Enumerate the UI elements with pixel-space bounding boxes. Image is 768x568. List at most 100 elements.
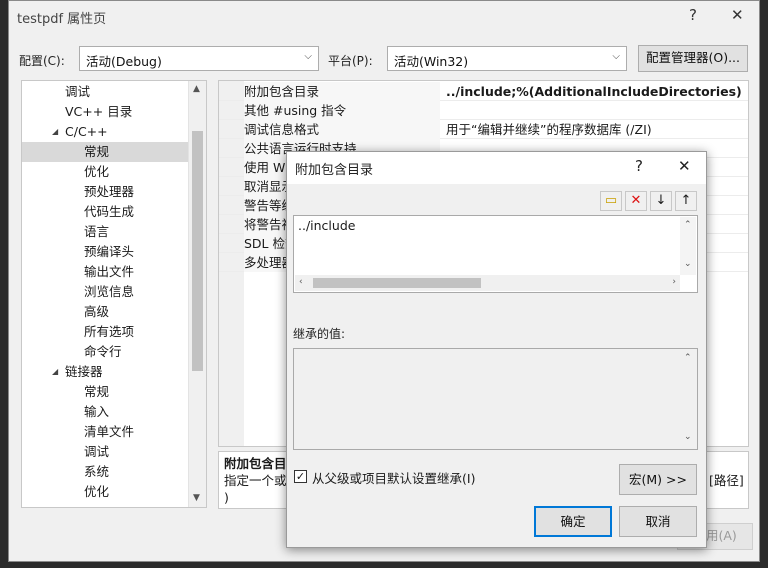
- tree-item-label: 常规: [84, 384, 110, 399]
- tree-item-label: 预处理器: [84, 184, 135, 199]
- tree-item[interactable]: 系统: [22, 462, 188, 482]
- tree-item[interactable]: 优化: [22, 162, 188, 182]
- new-folder-icon: ▭: [604, 193, 618, 208]
- tree-item-label: 输入: [84, 404, 110, 419]
- tree-item-label: 优化: [84, 484, 110, 499]
- property-value: 用于“编辑并继续”的程序数据库 (/ZI): [446, 122, 652, 137]
- property-row[interactable]: 附加包含目录 ../include;%(AdditionalIncludeDire…: [219, 82, 748, 101]
- new-line-button[interactable]: ▭: [600, 191, 622, 211]
- tree-item-label: VC++ 目录: [65, 104, 133, 119]
- tree-item[interactable]: 常规: [22, 142, 188, 162]
- platform-value: 活动(Win32): [394, 54, 469, 69]
- scroll-down-icon[interactable]: ▼: [193, 493, 200, 503]
- list-vscrollbar[interactable]: ⌃ ⌄: [680, 217, 696, 275]
- inherited-values-label: 继承的值:: [293, 327, 346, 341]
- config-manager-button[interactable]: 配置管理器(O)...: [638, 45, 748, 72]
- tree-item[interactable]: 语言: [22, 222, 188, 242]
- checkmark-icon: ✓: [295, 470, 306, 483]
- description-path-hint: [路径]: [709, 473, 744, 488]
- move-down-button[interactable]: ↓: [650, 191, 672, 211]
- arrow-down-icon: ↓: [655, 193, 667, 208]
- help-button[interactable]: ?: [689, 6, 697, 24]
- property-value: ../include;%(AdditionalIncludeDirectorie…: [446, 84, 742, 99]
- config-label: 配置(C):: [19, 54, 65, 68]
- tree-item[interactable]: 输入: [22, 402, 188, 422]
- tree-item-label: 调试: [84, 444, 110, 459]
- ok-button[interactable]: 确定: [534, 506, 612, 537]
- tree-item-label: 调试: [65, 84, 91, 99]
- list-hscrollbar[interactable]: ‹ ›: [295, 275, 680, 291]
- inherit-checkbox-label: 从父级或项目默认设置继承(I): [312, 471, 476, 486]
- scroll-left-icon[interactable]: ‹: [299, 277, 303, 287]
- tree-item[interactable]: 代码生成: [22, 202, 188, 222]
- chevron-down-icon: ⌵: [612, 51, 620, 62]
- close-button[interactable]: ✕: [731, 6, 744, 24]
- tree-item[interactable]: 命令行: [22, 342, 188, 362]
- property-row[interactable]: 其他 #using 指令: [219, 101, 748, 120]
- tree-scroll-thumb[interactable]: [192, 131, 203, 371]
- tree-item[interactable]: 清单文件: [22, 422, 188, 442]
- platform-dropdown[interactable]: 活动(Win32) ⌵: [387, 46, 627, 71]
- directory-entry[interactable]: ../include: [298, 218, 693, 233]
- dialog-help-button[interactable]: ?: [635, 157, 643, 175]
- cancel-button[interactable]: 取消: [619, 506, 697, 537]
- expand-triangle-icon[interactable]: ◢: [52, 362, 58, 382]
- tree-item[interactable]: 所有选项: [22, 322, 188, 342]
- property-name: 调试信息格式: [244, 120, 440, 139]
- config-value: 活动(Debug): [86, 54, 162, 69]
- tree-item-label: 所有选项: [84, 324, 135, 339]
- tree-item[interactable]: 预处理器: [22, 182, 188, 202]
- inherited-values-list[interactable]: ⌃ ⌄: [293, 348, 698, 450]
- chevron-down-icon: ⌵: [304, 51, 312, 62]
- property-name: 附加包含目录: [244, 82, 440, 101]
- tree-item[interactable]: ◢ C/C++: [22, 122, 188, 142]
- tree-item[interactable]: 调试: [22, 442, 188, 462]
- list-hscroll-thumb[interactable]: [313, 278, 481, 288]
- move-up-button[interactable]: ↑: [675, 191, 697, 211]
- include-directories-dialog: 附加包含目录 ? ✕ ▭ ✕ ↓ ↑ ../include ⌃ ⌄ ‹ › 继承…: [286, 151, 707, 548]
- scroll-right-icon[interactable]: ›: [672, 277, 676, 287]
- delete-icon: ✕: [630, 193, 642, 208]
- tree-item-label: 预编译头: [84, 244, 135, 259]
- property-tree[interactable]: 调试 VC++ 目录 ◢ C/C++ 常规 优化 预处理器 代码生成 语言 预编译头 输出文件 浏览信…: [21, 80, 207, 508]
- config-dropdown[interactable]: 活动(Debug) ⌵: [79, 46, 319, 71]
- tree-item[interactable]: 高级: [22, 302, 188, 322]
- expand-triangle-icon[interactable]: ◢: [52, 122, 58, 142]
- tree-item-label: 常规: [84, 144, 110, 159]
- tree-item[interactable]: 常规: [22, 382, 188, 402]
- tree-item[interactable]: 优化: [22, 482, 188, 502]
- delete-button[interactable]: ✕: [625, 191, 647, 211]
- tree-item-label: 输出文件: [84, 264, 135, 279]
- tree-item-label: 命令行: [84, 344, 122, 359]
- tree-scrollbar[interactable]: ▲ ▼: [188, 81, 206, 507]
- tree-item-label: 浏览信息: [84, 284, 135, 299]
- tree-item[interactable]: 输出文件: [22, 262, 188, 282]
- tree-item[interactable]: 调试: [22, 82, 188, 102]
- scroll-down-icon[interactable]: ⌄: [684, 432, 692, 442]
- tree-item[interactable]: VC++ 目录: [22, 102, 188, 122]
- tree-item-label: C/C++: [65, 124, 108, 139]
- platform-label: 平台(P):: [328, 54, 373, 68]
- tree-item-label: 高级: [84, 304, 110, 319]
- inherit-checkbox[interactable]: ✓: [294, 470, 307, 483]
- tree-item-label: 优化: [84, 164, 110, 179]
- tree-item-label: 语言: [84, 224, 110, 239]
- scroll-up-icon[interactable]: ⌃: [684, 220, 692, 230]
- scroll-up-icon[interactable]: ▲: [193, 84, 200, 94]
- tree-item[interactable]: 预编译头: [22, 242, 188, 262]
- arrow-up-icon: ↑: [680, 193, 692, 208]
- tree-item-label: 代码生成: [84, 204, 135, 219]
- tree-item-label: 清单文件: [84, 424, 135, 439]
- macros-button[interactable]: 宏(M) >>: [619, 464, 697, 495]
- inherited-vscrollbar[interactable]: ⌃ ⌄: [680, 350, 696, 448]
- window-title: testpdf 属性页: [17, 12, 107, 27]
- scroll-up-icon[interactable]: ⌃: [684, 353, 692, 363]
- property-row[interactable]: 调试信息格式 用于“编辑并继续”的程序数据库 (/ZI): [219, 120, 748, 139]
- dialog-title: 附加包含目录: [295, 163, 374, 178]
- tree-item[interactable]: ◢ 链接器: [22, 362, 188, 382]
- scroll-down-icon[interactable]: ⌄: [684, 259, 692, 269]
- tree-item[interactable]: 浏览信息: [22, 282, 188, 302]
- dialog-close-button[interactable]: ✕: [678, 157, 691, 175]
- tree-item-label: 系统: [84, 464, 110, 479]
- directories-list[interactable]: ../include ⌃ ⌄ ‹ ›: [293, 215, 698, 293]
